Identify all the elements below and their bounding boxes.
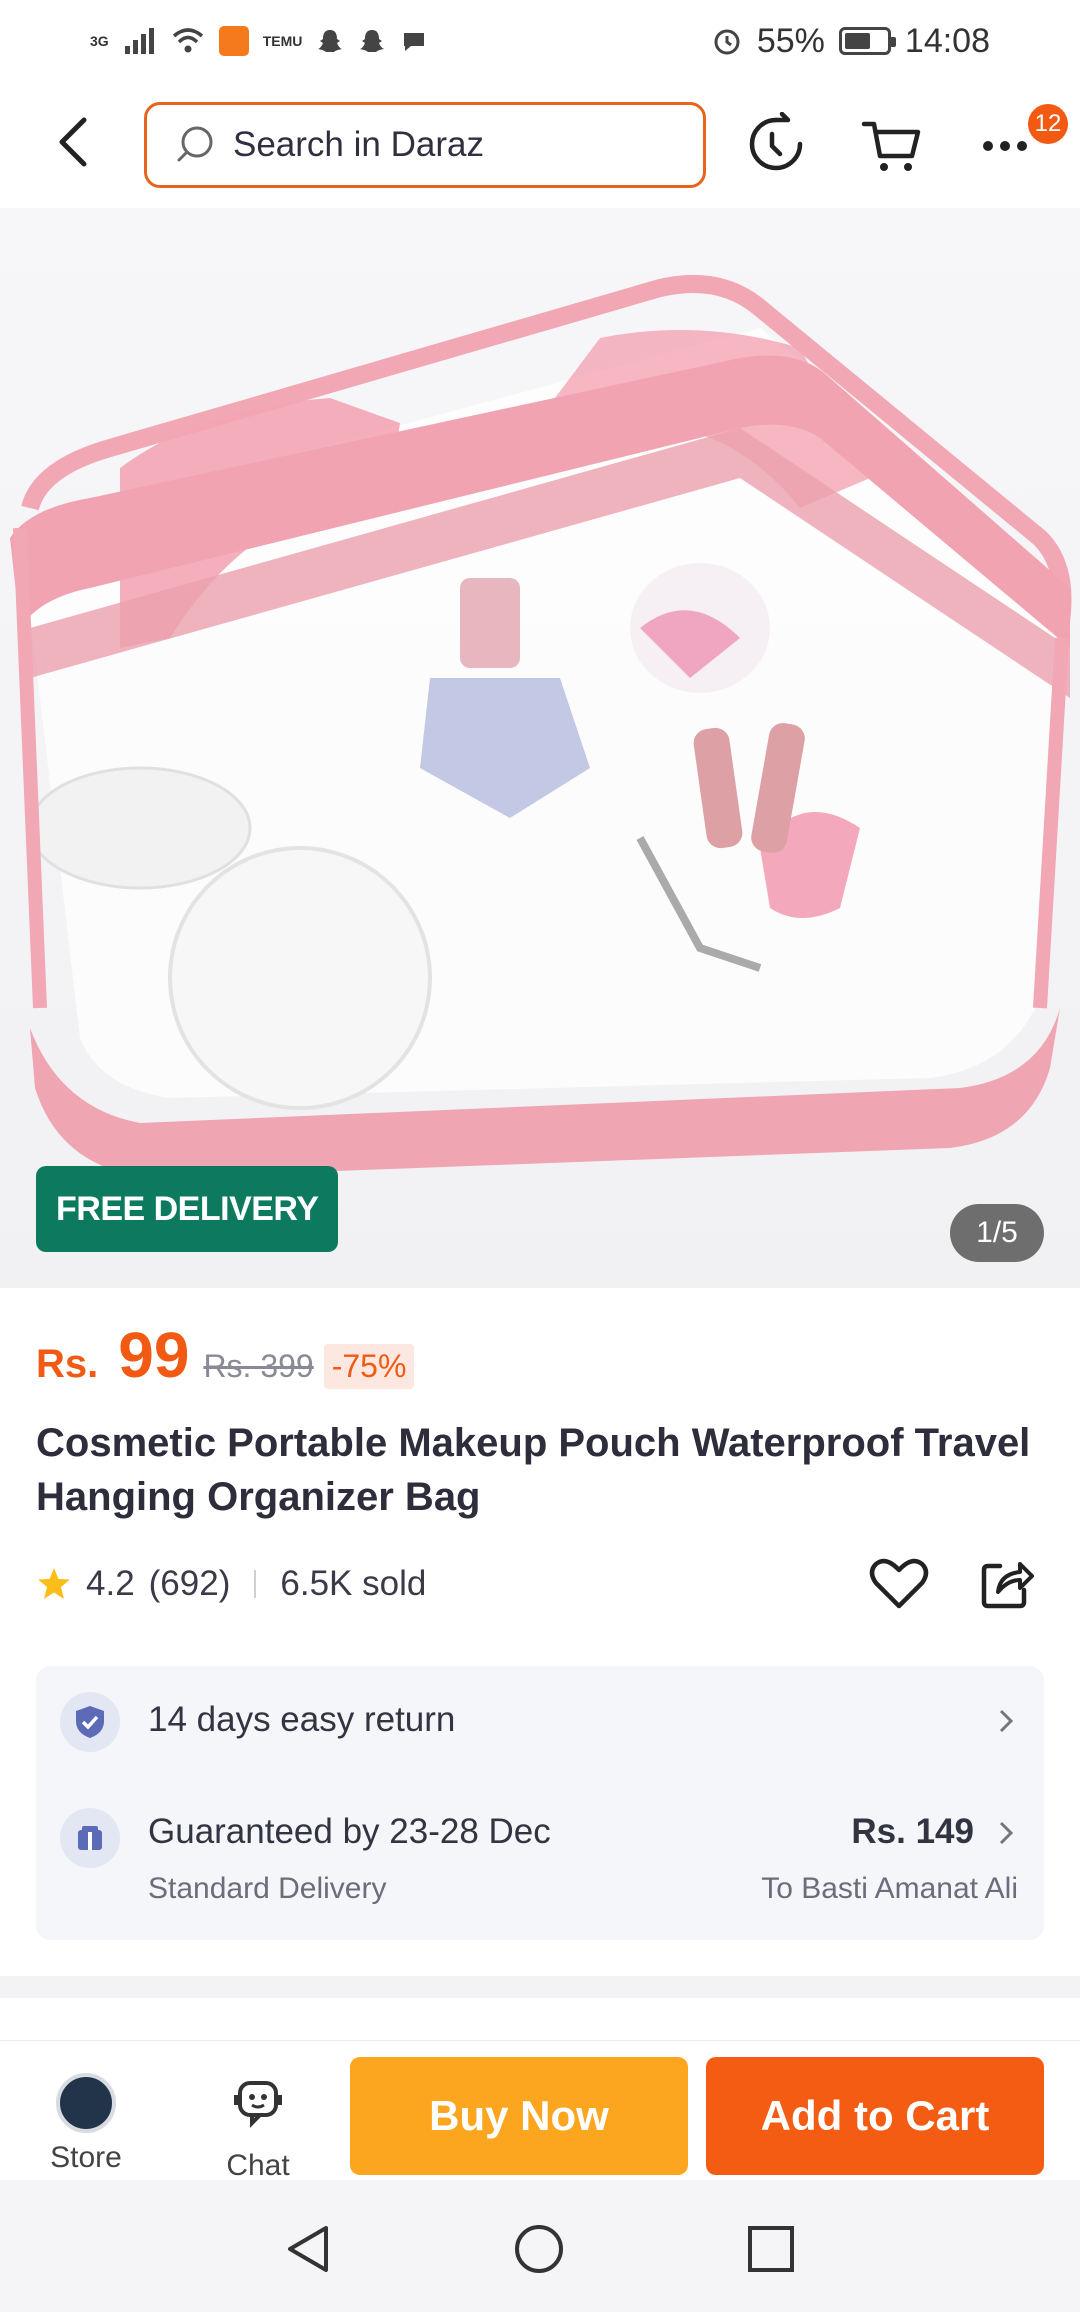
price-row: Rs. 99 Rs. 399 -75% (36, 1318, 415, 1392)
product-image-gallery[interactable]: FREE DELIVERY 1/5 (0, 208, 1080, 1288)
nav-home-icon[interactable] (512, 2222, 566, 2276)
notification-badge: 12 (1028, 104, 1068, 144)
return-policy-row[interactable]: 14 days easy return (36, 1666, 1044, 1776)
store-button[interactable]: Store (26, 2073, 146, 2175)
history-icon[interactable] (744, 112, 808, 176)
product-title: Cosmetic Portable Makeup Pouch Waterproo… (36, 1421, 1031, 1519)
return-policy-label: 14 days easy return (148, 1700, 456, 1739)
free-delivery-badge: FREE DELIVERY (36, 1166, 339, 1252)
clock: 14:08 (904, 21, 990, 60)
delivery-info-card: 14 days easy return Guaranteed by 23-28 … (36, 1666, 1044, 1940)
chevron-right-icon (999, 1709, 1014, 1733)
sold-count: 6.5K sold (280, 1564, 427, 1603)
app-notification-icon (218, 26, 249, 56)
gift-box-icon (60, 1808, 120, 1868)
rating-count: (692) (148, 1564, 231, 1603)
wifi-icon (172, 28, 203, 53)
alarm-icon (714, 29, 740, 55)
back-icon[interactable] (48, 112, 98, 172)
search-placeholder: Search in Daraz (233, 125, 484, 164)
star-icon (38, 1568, 70, 1599)
search-input[interactable]: Search in Daraz (144, 102, 706, 188)
price-currency: Rs. (36, 1342, 99, 1386)
snapchat-icon (318, 30, 343, 52)
shield-icon (60, 1692, 120, 1752)
battery-icon (838, 27, 896, 55)
message-icon (404, 33, 425, 51)
wishlist-heart-icon[interactable] (868, 1552, 930, 1614)
delivery-destination: To Basti Amanat Ali (761, 1872, 1018, 1905)
chevron-right-icon (999, 1821, 1014, 1845)
status-bar: 3G TEMU 55% 14:08 (0, 0, 1080, 82)
chat-button[interactable]: Chat (198, 2073, 318, 2183)
share-icon[interactable] (976, 1552, 1038, 1614)
rating-value: 4.2 (86, 1564, 135, 1603)
snapchat-icon (360, 30, 385, 52)
section-separator (0, 1976, 1080, 1998)
add-to-cart-button[interactable]: Add to Cart (706, 2057, 1044, 2175)
delivery-price: Rs. 149 (851, 1812, 974, 1851)
status-right: 55% 14:08 (711, 22, 990, 61)
top-header: Search in Daraz 12 (0, 82, 1080, 208)
battery-percent: 55% (756, 21, 825, 60)
original-price: Rs. 399 (203, 1348, 314, 1384)
delivery-row[interactable]: Guaranteed by 23-28 Dec Standard Deliver… (36, 1786, 1044, 1936)
chat-icon (234, 2081, 282, 2128)
divider (254, 1570, 257, 1598)
temu-notification-label: TEMU (262, 33, 303, 49)
nav-recents-icon[interactable] (744, 2222, 798, 2276)
delivery-guarantee-label: Guaranteed by 23-28 Dec (148, 1812, 551, 1851)
chat-label: Chat (226, 2149, 290, 2182)
image-page-indicator: 1/5 (950, 1204, 1044, 1262)
store-label: Store (50, 2141, 122, 2174)
signal-icon (124, 28, 154, 54)
bottom-action-bar: Store Chat Buy Now Add to Cart (0, 2040, 1080, 2183)
store-logo-icon (56, 2073, 116, 2133)
status-left: 3G TEMU (90, 26, 428, 56)
delivery-type-label: Standard Delivery (148, 1872, 387, 1905)
rating-row[interactable]: 4.2 (692) 6.5K sold (36, 1556, 426, 1612)
discount-badge: -75% (323, 1344, 415, 1389)
cart-icon[interactable] (860, 112, 924, 176)
price-value: 99 (118, 1319, 190, 1391)
nav-back-icon[interactable] (282, 2222, 336, 2276)
network-type: 3G (90, 33, 109, 49)
product-image (10, 274, 1072, 1178)
buy-now-button[interactable]: Buy Now (350, 2057, 688, 2175)
system-nav-bar (0, 2180, 1080, 2312)
search-icon (177, 126, 213, 162)
